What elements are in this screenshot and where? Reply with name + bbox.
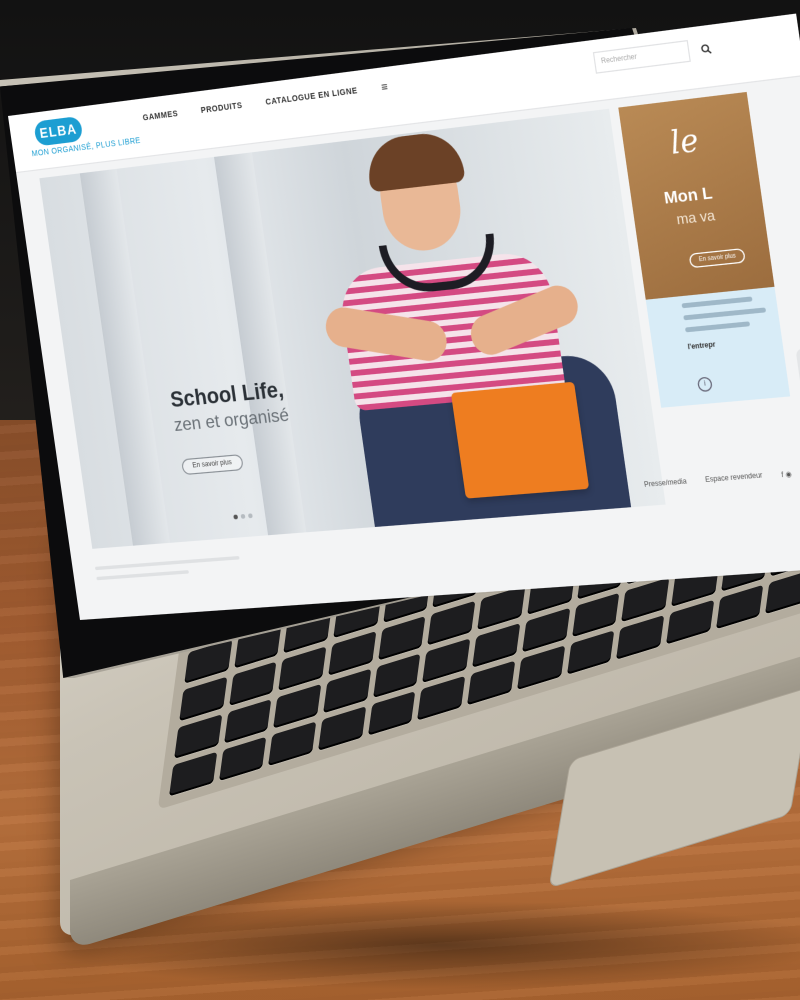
text-line [683, 307, 767, 321]
hero-slider: School Life, zen et organisé En savoir p… [39, 108, 666, 549]
orange-folder [450, 381, 590, 499]
slider-dot[interactable] [247, 513, 253, 519]
side-scroll-tab[interactable] [795, 347, 800, 423]
promo-card[interactable]: le Mon L ma va En savoir plus [618, 91, 775, 300]
hero-photo-student [299, 112, 643, 529]
brand-logo[interactable]: ELBA [33, 115, 84, 147]
hero-bg-panel [79, 168, 170, 546]
social-icons[interactable]: f ◉ [781, 470, 792, 479]
menu-icon[interactable]: ≡ [381, 81, 389, 95]
screen-wrapper: ELBA MON ORGANISÉ, PLUS LIBRE GAMMES PRO… [0, 0, 800, 1000]
slider-dot[interactable] [233, 514, 239, 520]
promo-script: le [668, 122, 701, 163]
slider-dot[interactable] [240, 513, 246, 519]
promo-button[interactable]: En savoir plus [688, 247, 747, 269]
photo-hair [363, 129, 466, 193]
info-icon[interactable]: i [696, 376, 713, 393]
promo-title: Mon L [662, 182, 714, 208]
magnifier-icon [700, 43, 712, 55]
footer-links: Presse/media Espace revendeur f ◉ [644, 470, 792, 490]
search-input[interactable]: Rechercher [592, 39, 691, 74]
promo-card-secondary[interactable]: l'entrepr i [645, 286, 791, 408]
nav-item-catalogue[interactable]: CATALOGUE EN LIGNE [265, 87, 358, 108]
text-line [684, 321, 751, 333]
footer-text-line [96, 570, 189, 581]
promo-subtitle: ma va [675, 206, 717, 228]
hero-bg-panel [214, 152, 307, 536]
nav-item-gammes[interactable]: GAMMES [142, 110, 178, 124]
footer-text-line [94, 555, 240, 571]
main-nav: GAMMES PRODUITS CATALOGUE EN LIGNE ≡ [142, 81, 389, 124]
footer-link-reseller[interactable]: Espace revendeur [705, 473, 763, 486]
promo2-emphasis: l'entrepr [687, 341, 717, 352]
website-screen: ELBA MON ORGANISÉ, PLUS LIBRE GAMMES PRO… [8, 13, 800, 621]
nav-item-produits[interactable]: PRODUITS [200, 102, 243, 116]
search-icon[interactable] [694, 36, 718, 61]
slider-dots [233, 513, 253, 520]
hero-cta-button[interactable]: En savoir plus [181, 454, 244, 476]
text-line [681, 296, 753, 309]
